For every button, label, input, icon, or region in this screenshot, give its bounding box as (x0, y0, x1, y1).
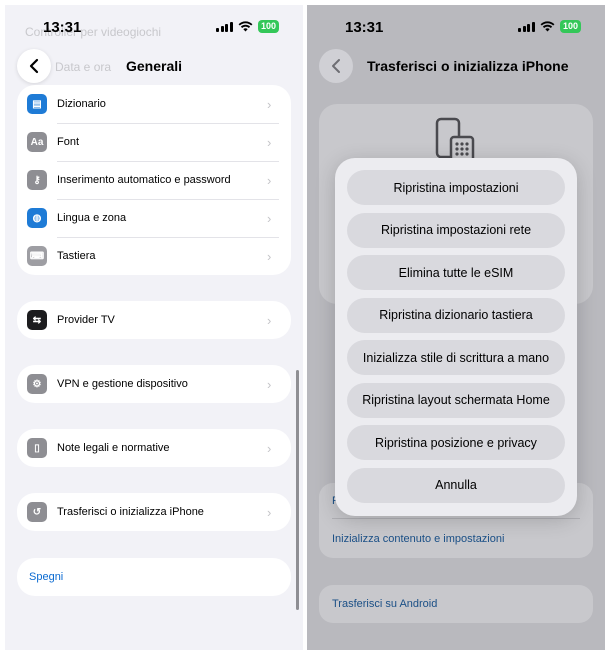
row-label: Inserimento automatico e password (57, 174, 231, 186)
reset-icon: ↺ (27, 502, 47, 522)
settings-group-shutdown: Spegni (17, 558, 291, 596)
settings-group-vpn: ⚙ VPN e gestione dispositivo › (17, 365, 291, 403)
page-title: Trasferisci o inizializza iPhone (367, 58, 569, 74)
settings-group-provider: ⇆ Provider TV › (17, 301, 291, 339)
reset-location-privacy-button[interactable]: Ripristina posizione e privacy (347, 425, 565, 460)
settings-group-legal: ▯ Note legali e normative › (17, 429, 291, 467)
generali-screen: Controller per videogiochi Data e ora 13… (5, 5, 303, 650)
page-title: Generali (125, 58, 183, 74)
chevron-right-icon: › (267, 96, 272, 112)
keyboard-icon: ⌨ (27, 246, 47, 266)
reset-keyboard-dictionary-button[interactable]: Ripristina dizionario tastiera (347, 297, 565, 333)
divider (332, 518, 580, 519)
cancel-button[interactable]: Annulla (347, 467, 565, 503)
shutdown-button[interactable]: Spegni (17, 558, 291, 596)
back-button[interactable] (319, 49, 353, 83)
chevron-right-icon: › (267, 172, 272, 188)
row-label: VPN e gestione dispositivo (57, 378, 188, 390)
erase-all-link[interactable]: Inizializza contenuto e impostazioni (332, 533, 504, 545)
status-bar: 13:31 100 (307, 5, 605, 45)
chevron-right-icon: › (267, 504, 272, 520)
battery-indicator: 100 (559, 20, 581, 33)
reset-network-button[interactable]: Ripristina impostazioni rete (347, 212, 565, 248)
settings-row-font[interactable]: Aa Font › (17, 123, 291, 161)
book-icon: ▤ (27, 94, 47, 114)
chevron-left-icon (332, 59, 340, 73)
clock: 13:31 (345, 19, 384, 36)
settings-row-transfer-reset[interactable]: ↺ Trasferisci o inizializza iPhone › (17, 493, 291, 531)
settings-row-autofill[interactable]: ⚷ Inserimento automatico e password › (17, 161, 291, 199)
tv-provider-icon: ⇆ (27, 310, 47, 330)
delete-esim-button[interactable]: Elimina tutte le eSIM (347, 255, 565, 290)
reset-home-layout-button[interactable]: Ripristina layout schermata Home (347, 382, 565, 418)
reset-handwriting-button[interactable]: Inizializza stile di scrittura a mano (347, 340, 565, 375)
row-label: Lingua e zona (57, 212, 127, 224)
status-bar: 13:31 100 (5, 5, 303, 45)
transfer-android-link[interactable]: Trasferisci su Android (332, 598, 437, 610)
clock: 13:31 (43, 19, 82, 36)
document-icon: ▯ (27, 438, 47, 458)
row-label: Note legali e normative (57, 442, 170, 454)
row-label: Dizionario (57, 98, 106, 110)
chevron-right-icon: › (267, 376, 272, 392)
globe-icon: ◍ (27, 208, 47, 228)
row-label: Font (57, 136, 80, 148)
settings-row-lingua[interactable]: ◍ Lingua e zona › (17, 199, 291, 237)
scrollbar[interactable] (296, 370, 299, 610)
transfer-reset-screen: 13:31 100 Trasferisci o inizializza iPho… (307, 5, 605, 650)
gear-icon: ⚙ (27, 374, 47, 394)
cellular-signal-icon (518, 21, 535, 32)
settings-group-transfer: ↺ Trasferisci o inizializza iPhone › (17, 493, 291, 531)
wifi-icon (540, 21, 555, 32)
cellular-signal-icon (216, 21, 233, 32)
battery-indicator: 100 (257, 20, 279, 33)
reset-settings-button[interactable]: Ripristina impostazioni (347, 170, 565, 205)
chevron-right-icon: › (267, 440, 272, 456)
row-label: Provider TV (57, 314, 115, 326)
chevron-right-icon: › (267, 210, 272, 226)
settings-row-vpn[interactable]: ⚙ VPN e gestione dispositivo › (17, 365, 291, 403)
chevron-right-icon: › (267, 134, 272, 150)
chevron-right-icon: › (267, 248, 272, 264)
settings-row-tastiera[interactable]: ⌨ Tastiera › (17, 237, 291, 275)
reset-action-menu: Ripristina impostazioni Ripristina impos… (335, 158, 577, 516)
row-label: Trasferisci o inizializza iPhone (57, 506, 204, 518)
font-icon: Aa (27, 132, 47, 152)
phone-transfer-icon (435, 117, 475, 163)
key-icon: ⚷ (27, 170, 47, 190)
settings-row-provider-tv[interactable]: ⇆ Provider TV › (17, 301, 291, 339)
chevron-right-icon: › (267, 312, 272, 328)
nav-bar: Trasferisci o inizializza iPhone (307, 49, 605, 85)
settings-row-dizionario[interactable]: ▤ Dizionario › (17, 85, 291, 123)
row-label: Tastiera (57, 250, 96, 262)
settings-row-legal[interactable]: ▯ Note legali e normative › (17, 429, 291, 467)
settings-group-general: ▤ Dizionario › Aa Font › ⚷ Inserimento a… (17, 85, 291, 275)
nav-bar: Generali (5, 49, 303, 85)
wifi-icon (238, 21, 253, 32)
row-label: Spegni (29, 571, 64, 583)
